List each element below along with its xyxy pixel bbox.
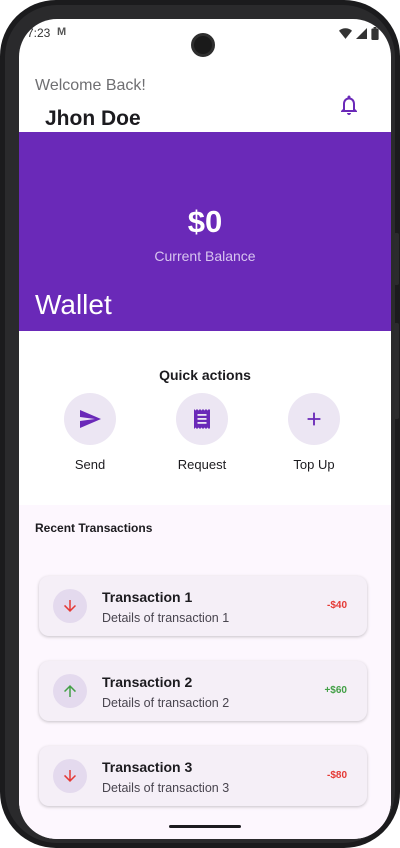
transactions-section: Recent Transactions Transaction 1 Detail… bbox=[19, 505, 391, 839]
transaction-details: Details of transaction 2 bbox=[102, 696, 230, 710]
user-name: Jhon Doe bbox=[45, 107, 141, 130]
transaction-name: Transaction 3 bbox=[102, 759, 193, 775]
quick-actions-title: Quick actions bbox=[159, 367, 251, 383]
send-circle bbox=[64, 393, 116, 445]
top-up-circle bbox=[288, 393, 340, 445]
receipt-icon bbox=[194, 409, 210, 429]
top-up-button[interactable]: Top Up bbox=[279, 393, 349, 472]
recent-transactions-title: Recent Transactions bbox=[35, 521, 153, 535]
transaction-details: Details of transaction 3 bbox=[102, 781, 230, 795]
app-screen: 7:23 M Welcome Back! Jhon Doe $0 Current… bbox=[19, 19, 391, 839]
phone-frame: 7:23 M Welcome Back! Jhon Doe $0 Current… bbox=[0, 0, 400, 848]
bell-icon[interactable] bbox=[337, 93, 361, 117]
transaction-item[interactable]: Transaction 2 Details of transaction 2 +… bbox=[39, 661, 367, 721]
request-circle bbox=[176, 393, 228, 445]
send-label: Send bbox=[74, 457, 106, 472]
arrow-down-icon bbox=[53, 589, 87, 623]
battery-icon bbox=[371, 27, 379, 40]
arrow-up-icon bbox=[53, 674, 87, 708]
arrow-down-icon bbox=[53, 759, 87, 793]
transaction-name: Transaction 2 bbox=[102, 674, 193, 690]
wifi-icon bbox=[339, 28, 352, 39]
status-icons bbox=[339, 27, 379, 40]
transaction-amount: -$80 bbox=[326, 770, 347, 781]
transaction-item[interactable]: Transaction 3 Details of transaction 3 -… bbox=[39, 746, 367, 806]
phone-bezel: 7:23 M Welcome Back! Jhon Doe $0 Current… bbox=[5, 5, 399, 843]
transaction-amount: -$40 bbox=[326, 600, 347, 611]
plus-icon bbox=[307, 412, 321, 426]
top-up-label: Top Up bbox=[293, 457, 335, 472]
balance-amount: $0 bbox=[187, 204, 223, 239]
request-label: Request bbox=[177, 457, 227, 472]
status-time: 7:23 bbox=[27, 26, 51, 40]
home-indicator[interactable] bbox=[169, 825, 241, 828]
power-button bbox=[394, 233, 399, 285]
transaction-amount: +$60 bbox=[324, 685, 347, 696]
status-bar: 7:23 M bbox=[19, 19, 391, 57]
send-button[interactable]: Send bbox=[55, 393, 125, 472]
transaction-item[interactable]: Transaction 1 Details of transaction 1 -… bbox=[39, 576, 367, 636]
request-button[interactable]: Request bbox=[167, 393, 237, 472]
balance-label: Current Balance bbox=[154, 248, 256, 264]
signal-icon bbox=[356, 28, 367, 39]
welcome-text: Welcome Back! bbox=[35, 77, 146, 94]
front-camera bbox=[191, 33, 215, 57]
send-icon bbox=[80, 410, 101, 428]
volume-button bbox=[394, 323, 399, 419]
transaction-details: Details of transaction 1 bbox=[102, 611, 230, 625]
transaction-name: Transaction 1 bbox=[102, 589, 193, 605]
wallet-title: Wallet bbox=[35, 289, 112, 320]
gmail-icon: M bbox=[57, 26, 67, 38]
balance-banner: $0 Current Balance Wallet bbox=[19, 132, 391, 331]
